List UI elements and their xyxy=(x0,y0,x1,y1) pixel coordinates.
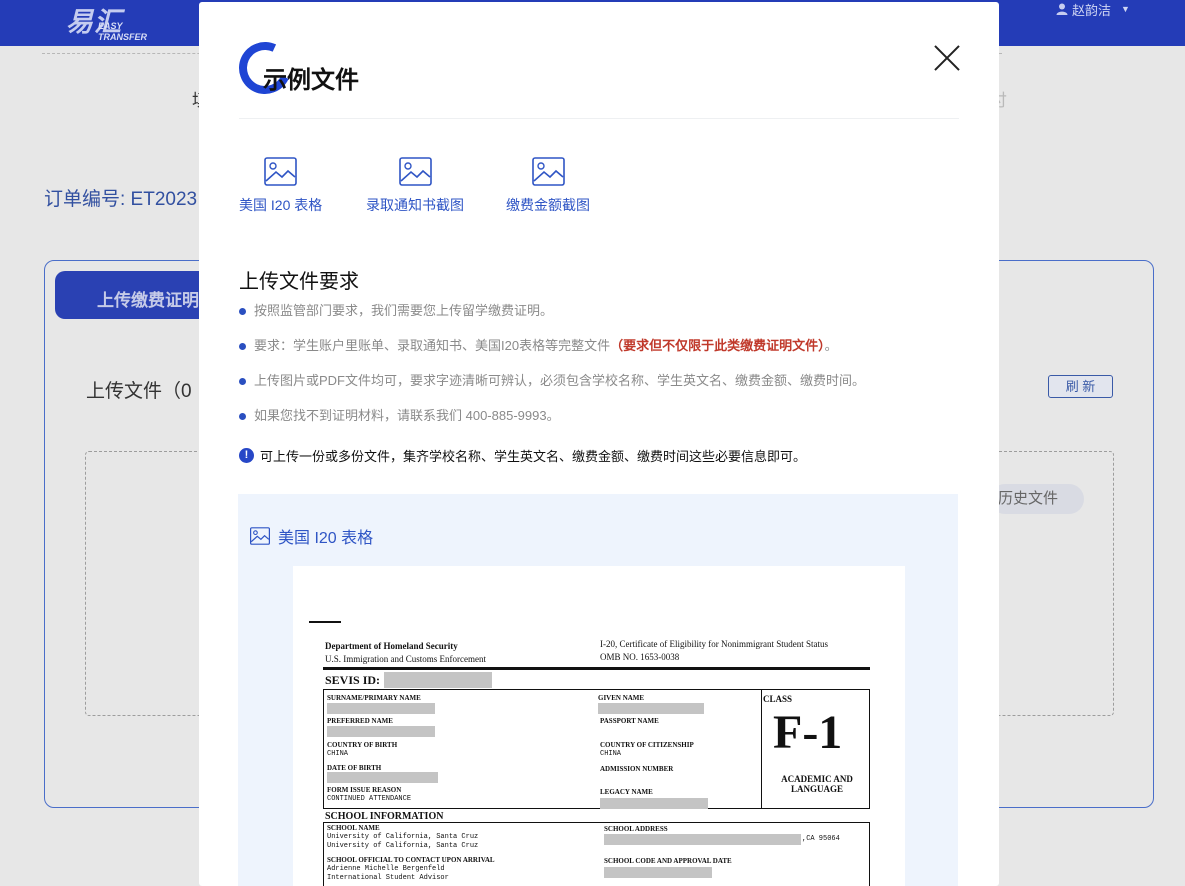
image-icon xyxy=(250,527,270,545)
image-icon xyxy=(531,157,565,186)
preview-title: 美国 I20 表格 xyxy=(250,524,373,548)
image-icon xyxy=(264,157,297,186)
redacted-field xyxy=(384,672,492,688)
upload-files-title: 上传文件（0 xyxy=(86,381,192,402)
requirements-title: 上传文件要求 xyxy=(239,269,359,293)
notice-text: 可上传一份或多份文件，集齐学校名称、学生英文名、缴费金额、缴费时间这些必要信息即… xyxy=(260,449,807,464)
i20-document-image: Department of Homeland Security U.S. Imm… xyxy=(293,566,905,886)
doc-birth-country-value: CHINA xyxy=(327,750,349,758)
doc-school-address-value: ,CA 95064 xyxy=(802,835,840,843)
doc-class-label: CLASS xyxy=(763,694,793,704)
doc-school-name-value-2: University of California, Santa Cruz xyxy=(327,842,479,850)
requirement-item: 按照监管部门要求，我们需要您上传留学缴费证明。 xyxy=(239,302,865,337)
doc-rule xyxy=(323,667,870,670)
doc-preferred: PREFERRED NAME xyxy=(327,717,393,725)
doc-school-info: SCHOOL INFORMATION xyxy=(325,811,444,822)
sample-admission-letter[interactable]: 录取通知书截图 xyxy=(366,157,464,215)
doc-omb: OMB NO. 1653-0038 xyxy=(600,652,680,662)
user-name: 赵韵洁 xyxy=(1072,2,1112,18)
doc-official-name: Adrienne Michelle Bergenfeld xyxy=(327,865,445,873)
requirement-item: 上传图片或PDF文件均可，要求字迹清晰可辨认，必须包含学校名称、学生英文名、缴费… xyxy=(239,372,865,407)
doc-surname: SURNAME/PRIMARY NAME xyxy=(327,694,421,702)
doc-agency: U.S. Immigration and Customs Enforcement xyxy=(325,654,486,664)
doc-issue-reason: FORM ISSUE REASON xyxy=(327,786,402,794)
sample-label: 美国 I20 表格 xyxy=(239,197,323,213)
requirement-item: 如果您找不到证明材料，请联系我们 400-885-9993。 xyxy=(239,407,865,442)
requirements-list: 按照监管部门要求，我们需要您上传留学缴费证明。 要求：学生账户里账单、录取通知书… xyxy=(239,302,865,442)
sample-preview: 美国 I20 表格 Department of Homeland Securit… xyxy=(238,494,958,886)
notice: ! 可上传一份或多份文件，集齐学校名称、学生英文名、缴费金额、缴费时间这些必要信… xyxy=(239,446,806,465)
doc-school-code: SCHOOL CODE AND APPROVAL DATE xyxy=(604,857,732,865)
redacted-field xyxy=(600,798,708,809)
doc-passport: PASSPORT NAME xyxy=(600,717,659,725)
redacted-field xyxy=(327,726,435,737)
order-number: 订单编号: ET2023 xyxy=(44,189,198,210)
user-icon xyxy=(1056,3,1068,15)
user-menu[interactable]: 赵韵洁 ▼ xyxy=(1056,0,1130,18)
preview-title-text: 美国 I20 表格 xyxy=(278,530,374,547)
logo-subtext: EASY TRANSFER xyxy=(98,21,147,42)
doc-legacy: LEGACY NAME xyxy=(600,788,653,796)
history-files-button[interactable]: 历史文件 xyxy=(990,484,1084,514)
doc-citizenship: COUNTRY OF CITIZENSHIP xyxy=(600,741,694,749)
redacted-field xyxy=(327,772,438,783)
doc-school-name: SCHOOL NAME xyxy=(327,824,380,832)
doc-issue-reason-value: CONTINUED ATTENDANCE xyxy=(327,795,412,803)
chevron-down-icon: ▼ xyxy=(1121,4,1130,14)
redacted-field xyxy=(604,834,801,845)
header-divider xyxy=(239,118,959,119)
doc-dob: DATE OF BIRTH xyxy=(327,764,382,772)
modal-header: 示例文件 xyxy=(199,2,999,120)
doc-sevis: SEVIS ID: xyxy=(325,673,381,687)
doc-admission: ADMISSION NUMBER xyxy=(600,765,674,773)
sample-i20[interactable]: 美国 I20 表格 xyxy=(239,157,322,215)
redacted-field xyxy=(604,867,712,878)
modal-title: 示例文件 xyxy=(263,66,359,94)
sample-files-modal: 示例文件 美国 I20 表格 录取通知书截图 缴费金额截图 上传文件要求 按照监… xyxy=(199,2,999,886)
close-button[interactable] xyxy=(933,44,961,72)
doc-class-value: F-1 xyxy=(773,706,843,759)
sample-label: 录取通知书截图 xyxy=(366,197,464,213)
refresh-button[interactable]: 刷 新 xyxy=(1048,375,1113,398)
doc-official-title: International Student Advisor xyxy=(327,874,449,882)
redacted-field xyxy=(598,703,704,714)
requirement-highlight: （要求但不仅限于此类缴费证明文件） xyxy=(610,338,825,353)
scan-mark xyxy=(309,621,341,623)
doc-class-desc: ACADEMIC AND LANGUAGE xyxy=(781,774,853,794)
requirement-item: 要求：学生账户里账单、录取通知书、美国I20表格等完整文件（要求但不仅限于此类缴… xyxy=(239,337,865,372)
sample-payment-amount[interactable]: 缴费金额截图 xyxy=(506,157,590,215)
doc-school-name-value: University of California, Santa Cruz xyxy=(327,833,479,841)
doc-citizenship-value: CHINA xyxy=(600,750,622,758)
doc-official: SCHOOL OFFICIAL TO CONTACT UPON ARRIVAL xyxy=(327,856,495,864)
doc-birth-country: COUNTRY OF BIRTH xyxy=(327,741,398,749)
image-icon xyxy=(398,157,432,186)
doc-given-name: GIVEN NAME xyxy=(598,694,645,702)
doc-form-title: I-20, Certificate of Eligibility for Non… xyxy=(600,639,828,649)
info-icon: ! xyxy=(239,448,254,463)
sample-label: 缴费金额截图 xyxy=(506,197,590,213)
doc-school-address: SCHOOL ADDRESS xyxy=(604,825,668,833)
doc-dept: Department of Homeland Security xyxy=(325,641,458,651)
redacted-field xyxy=(327,703,435,714)
